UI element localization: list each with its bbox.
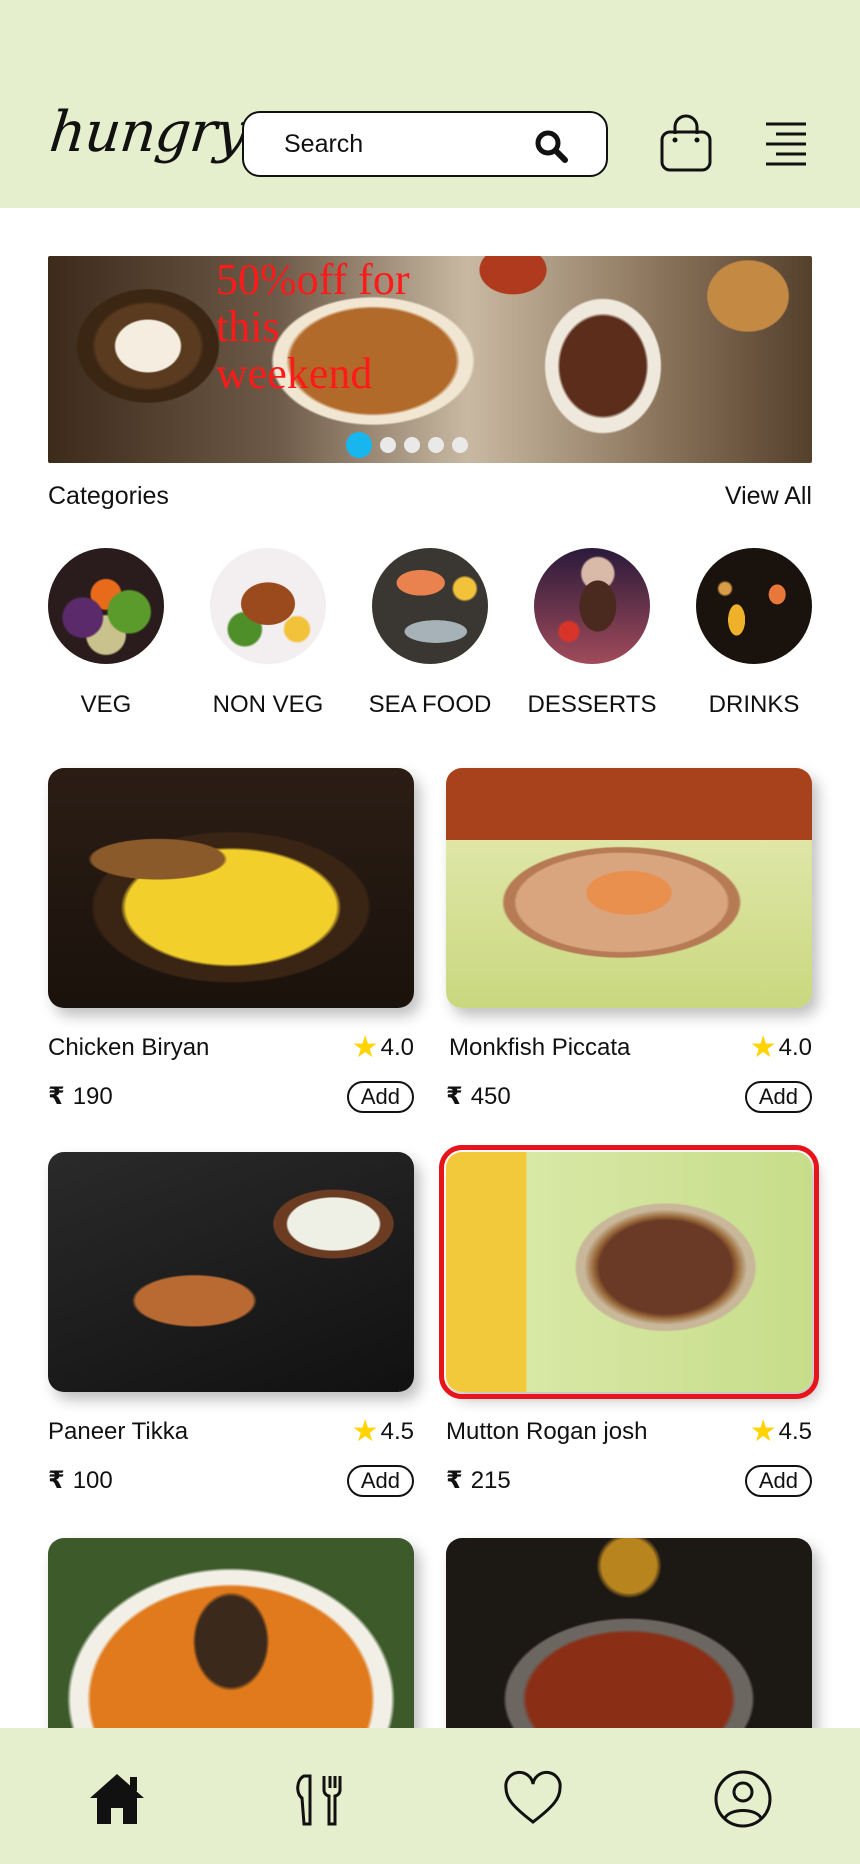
carousel-dot[interactable] <box>452 437 468 453</box>
food-card-partial[interactable] <box>446 1538 812 1768</box>
food-card-partial[interactable] <box>48 1538 414 1768</box>
food-price: ₹ 190 <box>48 1082 113 1111</box>
category-image-desserts <box>534 548 650 664</box>
app-header: hungry <box>0 0 860 208</box>
food-card-monkfish-piccata[interactable]: Monkfish Piccata ★ 4.0 ₹ 450 Add <box>446 768 812 1118</box>
category-label: VEG <box>80 691 132 718</box>
food-card-chicken-biryani[interactable]: Chicken Biryan ★ 4.0 ₹ 190 Add <box>48 768 414 1118</box>
rating-value: 4.5 <box>380 1418 414 1445</box>
category-label: DRINKS <box>708 691 800 718</box>
category-drinks[interactable]: DRINKS <box>694 548 814 718</box>
restaurant-icon[interactable] <box>292 1768 354 1830</box>
category-desserts[interactable]: DESSERTS <box>528 548 656 718</box>
category-label: NON VEG <box>212 691 324 718</box>
rating-value: 4.0 <box>380 1034 414 1061</box>
add-button[interactable]: Add <box>346 1465 414 1497</box>
add-button[interactable]: Add <box>744 1081 812 1113</box>
star-icon: ★ <box>351 1031 379 1064</box>
category-non-veg[interactable]: NON VEG <box>208 548 328 718</box>
food-name: Chicken Biryan <box>48 1034 210 1061</box>
add-button[interactable]: Add <box>744 1465 812 1497</box>
star-icon: ★ <box>749 1415 777 1448</box>
carousel-dot[interactable] <box>404 437 420 453</box>
food-rating: ★ 4.0 <box>749 1031 812 1064</box>
rupee-icon: ₹ <box>446 1083 463 1110</box>
promo-text: 50%off for this weekend <box>216 256 410 398</box>
rupee-icon: ₹ <box>446 1467 463 1494</box>
food-rating: ★ 4.0 <box>351 1031 414 1064</box>
carousel-dot[interactable] <box>346 432 372 458</box>
price-value: 190 <box>72 1082 113 1110</box>
food-name: Paneer Tikka <box>48 1418 189 1445</box>
category-sea-food[interactable]: SEA FOOD <box>369 548 491 718</box>
category-image-veg <box>48 548 164 664</box>
category-label: SEA FOOD <box>368 691 492 718</box>
star-icon: ★ <box>351 1415 379 1448</box>
food-image[interactable] <box>446 768 812 1008</box>
view-all-link[interactable]: View All <box>725 482 812 511</box>
carousel-dot[interactable] <box>380 437 396 453</box>
food-name: Monkfish Piccata <box>449 1034 631 1061</box>
rating-value: 4.5 <box>778 1418 812 1445</box>
bottom-nav <box>0 1728 860 1864</box>
app-logo[interactable]: hungry <box>47 100 250 165</box>
category-label: DESSERTS <box>527 691 657 718</box>
category-image-sea-food <box>372 548 488 664</box>
star-icon: ★ <box>749 1031 777 1064</box>
carousel-dots <box>346 432 468 458</box>
categories-title: Categories <box>48 482 169 510</box>
rupee-icon: ₹ <box>48 1467 65 1494</box>
category-image-drinks <box>696 548 812 664</box>
menu-icon[interactable] <box>760 120 810 168</box>
search-input[interactable] <box>284 129 514 159</box>
profile-icon[interactable] <box>712 1768 774 1830</box>
add-button[interactable]: Add <box>346 1081 414 1113</box>
rating-value: 4.0 <box>778 1034 812 1061</box>
food-price: ₹ 215 <box>446 1466 511 1495</box>
food-price: ₹ 450 <box>446 1082 511 1111</box>
heart-icon[interactable] <box>502 1768 564 1830</box>
food-card-paneer-tikka[interactable]: Paneer Tikka ★ 4.5 ₹ 100 Add <box>48 1152 414 1502</box>
food-rating: ★ 4.5 <box>351 1415 414 1448</box>
price-value: 100 <box>72 1466 113 1494</box>
food-rating: ★ 4.5 <box>749 1415 812 1448</box>
category-image-non-veg <box>210 548 326 664</box>
food-name: Mutton Rogan josh <box>446 1418 648 1445</box>
search-bar[interactable] <box>242 111 608 177</box>
rupee-icon: ₹ <box>48 1083 65 1110</box>
food-price: ₹ 100 <box>48 1466 113 1495</box>
price-value: 215 <box>470 1466 511 1494</box>
food-image[interactable] <box>48 1152 414 1392</box>
shopping-bag-icon[interactable] <box>658 114 714 174</box>
food-card-mutton-rogan-josh[interactable]: Mutton Rogan josh ★ 4.5 ₹ 215 Add <box>439 1145 819 1502</box>
price-value: 450 <box>470 1082 511 1110</box>
food-image[interactable] <box>439 1145 819 1399</box>
home-icon[interactable] <box>86 1768 148 1830</box>
promo-banner[interactable]: 50%off for this weekend <box>48 256 812 463</box>
food-image[interactable] <box>48 768 414 1008</box>
category-veg[interactable]: VEG <box>46 548 166 718</box>
search-icon[interactable] <box>534 129 568 163</box>
carousel-dot[interactable] <box>428 437 444 453</box>
